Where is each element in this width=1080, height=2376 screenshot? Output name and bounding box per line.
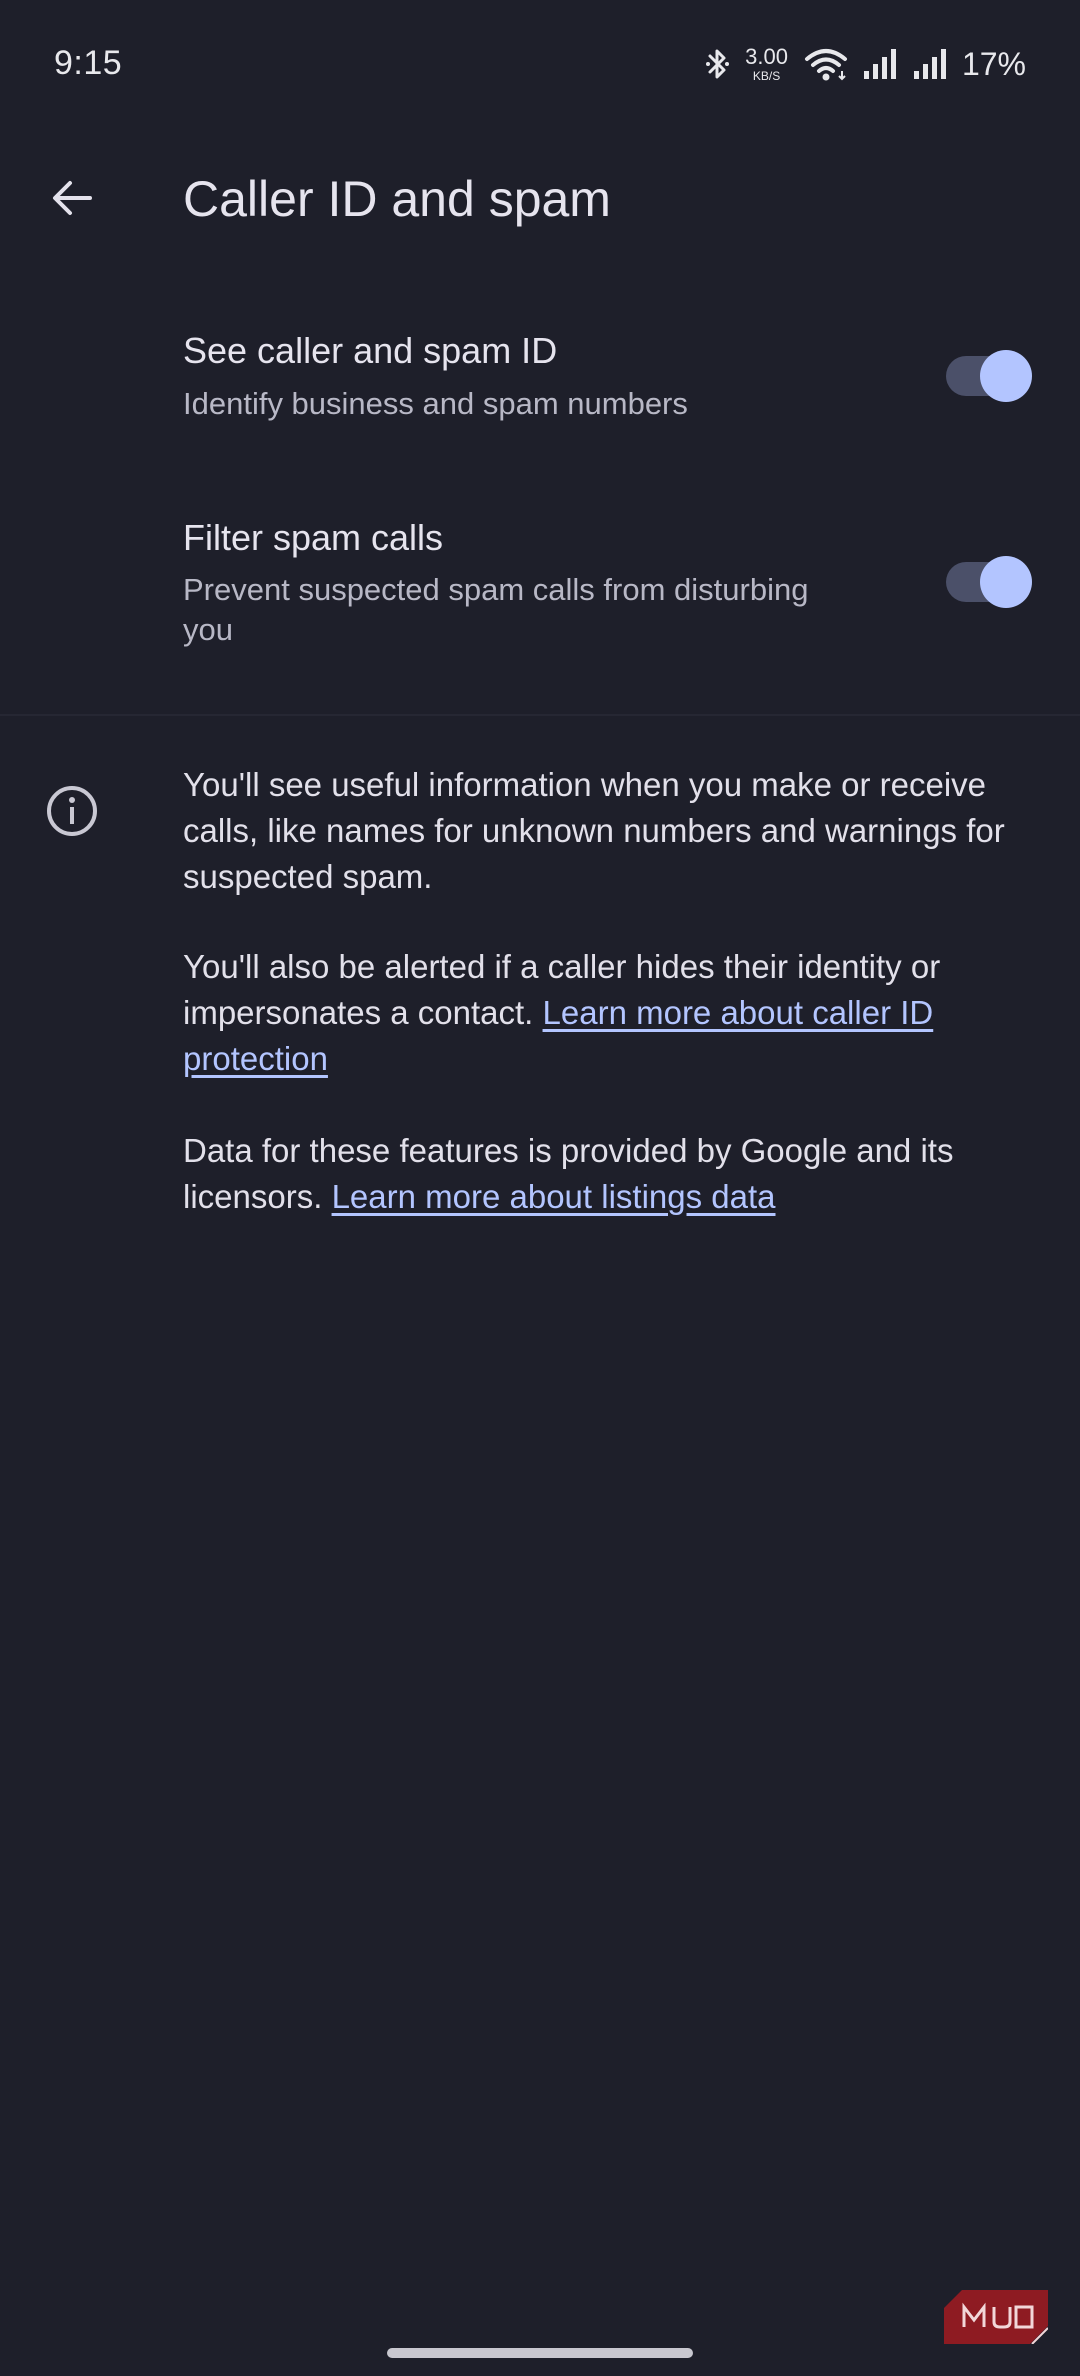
signal-icon xyxy=(912,47,948,81)
info-icon xyxy=(44,783,100,839)
listings-data-link[interactable]: Learn more about listings data xyxy=(332,1178,776,1215)
status-icons: 3.00 KB/S 17% xyxy=(705,40,1026,88)
bluetooth-icon xyxy=(705,47,731,81)
setting-title: Filter spam calls xyxy=(183,517,444,558)
network-speed-unit: KB/S xyxy=(752,69,781,83)
info-paragraph-1: You'll see useful information when you m… xyxy=(183,766,1005,895)
signal-icon xyxy=(862,47,898,81)
setting-summary: Identify business and spam numbers xyxy=(183,386,688,421)
arrow-back-icon xyxy=(48,174,96,227)
network-speed: 3.00 KB/S xyxy=(745,44,788,83)
gesture-navigation-bar[interactable] xyxy=(387,2348,693,2358)
page-title: Caller ID and spam xyxy=(183,171,611,227)
setting-title: See caller and spam ID xyxy=(183,330,558,371)
wifi-icon xyxy=(804,47,848,81)
info-paragraph-2: You'll also be alerted if a caller hides… xyxy=(183,944,1023,1082)
back-button[interactable] xyxy=(36,164,108,236)
muo-watermark-logo xyxy=(944,2290,1049,2345)
battery-level: 17% xyxy=(961,45,1026,82)
info-paragraph-3: Data for these features is provided by G… xyxy=(183,1128,1023,1220)
setting-filter-spam-calls[interactable]: Filter spam calls Prevent suspected spam… xyxy=(0,490,1080,690)
setting-summary: Prevent suspected spam calls from distur… xyxy=(183,572,809,647)
toggle-thumb xyxy=(980,350,1032,402)
caller-spam-id-toggle[interactable] xyxy=(946,350,1032,402)
filter-spam-calls-toggle[interactable] xyxy=(946,556,1032,608)
setting-caller-spam-id[interactable]: See caller and spam ID Identify business… xyxy=(0,300,1080,460)
section-divider xyxy=(0,714,1080,716)
network-speed-value: 3.00 xyxy=(745,44,788,69)
toggle-thumb xyxy=(980,556,1032,608)
status-bar: 9:15 3.00 KB/S 17% xyxy=(0,0,1080,130)
status-time: 9:15 xyxy=(54,44,123,82)
